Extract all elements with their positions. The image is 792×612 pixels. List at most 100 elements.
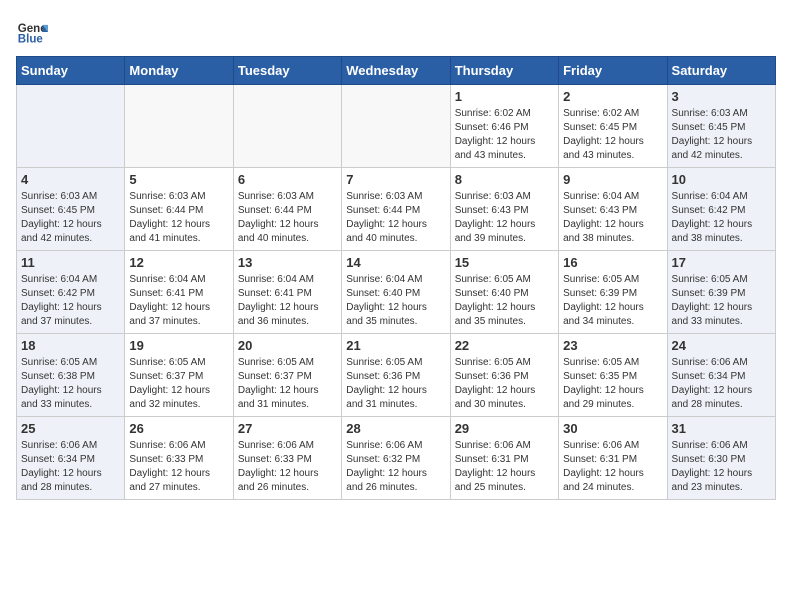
calendar-cell: 4 Sunrise: 6:03 AMSunset: 6:45 PMDaylight…	[17, 168, 125, 251]
day-number: 5	[129, 172, 228, 187]
day-info: Sunrise: 6:06 AMSunset: 6:31 PMDaylight:…	[455, 439, 554, 495]
day-number: 28	[346, 421, 445, 436]
calendar-cell: 21 Sunrise: 6:05 AMSunset: 6:36 PMDayligh…	[342, 334, 450, 417]
day-number: 27	[238, 421, 337, 436]
day-info: Sunrise: 6:05 AMSunset: 6:39 PMDaylight:…	[563, 273, 662, 329]
day-number: 22	[455, 338, 554, 353]
day-info: Sunrise: 6:02 AMSunset: 6:45 PMDaylight:…	[563, 107, 662, 163]
day-number: 31	[672, 421, 771, 436]
day-info: Sunrise: 6:06 AMSunset: 6:34 PMDaylight:…	[21, 439, 120, 495]
calendar-cell: 10 Sunrise: 6:04 AMSunset: 6:42 PMDayligh…	[667, 168, 775, 251]
calendar-cell: 27 Sunrise: 6:06 AMSunset: 6:33 PMDayligh…	[233, 417, 341, 500]
day-number: 19	[129, 338, 228, 353]
calendar-cell: 31 Sunrise: 6:06 AMSunset: 6:30 PMDayligh…	[667, 417, 775, 500]
logo-icon: General Blue	[16, 16, 48, 48]
day-info: Sunrise: 6:05 AMSunset: 6:37 PMDaylight:…	[129, 356, 228, 412]
day-info: Sunrise: 6:06 AMSunset: 6:30 PMDaylight:…	[672, 439, 771, 495]
day-number: 17	[672, 255, 771, 270]
day-info: Sunrise: 6:06 AMSunset: 6:33 PMDaylight:…	[129, 439, 228, 495]
day-number: 10	[672, 172, 771, 187]
calendar-cell: 2 Sunrise: 6:02 AMSunset: 6:45 PMDaylight…	[559, 85, 667, 168]
day-info: Sunrise: 6:05 AMSunset: 6:36 PMDaylight:…	[455, 356, 554, 412]
weekday-header-tuesday: Tuesday	[233, 57, 341, 85]
day-number: 16	[563, 255, 662, 270]
day-number: 1	[455, 89, 554, 104]
day-number: 4	[21, 172, 120, 187]
day-info: Sunrise: 6:05 AMSunset: 6:40 PMDaylight:…	[455, 273, 554, 329]
day-info: Sunrise: 6:06 AMSunset: 6:33 PMDaylight:…	[238, 439, 337, 495]
day-info: Sunrise: 6:03 AMSunset: 6:45 PMDaylight:…	[21, 190, 120, 246]
day-info: Sunrise: 6:03 AMSunset: 6:43 PMDaylight:…	[455, 190, 554, 246]
day-info: Sunrise: 6:06 AMSunset: 6:31 PMDaylight:…	[563, 439, 662, 495]
weekday-header-sunday: Sunday	[17, 57, 125, 85]
calendar-cell: 29 Sunrise: 6:06 AMSunset: 6:31 PMDayligh…	[450, 417, 558, 500]
calendar-cell	[125, 85, 233, 168]
day-number: 26	[129, 421, 228, 436]
calendar-cell: 25 Sunrise: 6:06 AMSunset: 6:34 PMDayligh…	[17, 417, 125, 500]
day-info: Sunrise: 6:05 AMSunset: 6:37 PMDaylight:…	[238, 356, 337, 412]
weekday-header-friday: Friday	[559, 57, 667, 85]
day-number: 2	[563, 89, 662, 104]
day-info: Sunrise: 6:06 AMSunset: 6:32 PMDaylight:…	[346, 439, 445, 495]
day-number: 9	[563, 172, 662, 187]
day-number: 11	[21, 255, 120, 270]
calendar-cell: 9 Sunrise: 6:04 AMSunset: 6:43 PMDaylight…	[559, 168, 667, 251]
calendar-cell: 23Sunrise: 6:05 AMSunset: 6:35 PMDayligh…	[559, 334, 667, 417]
day-number: 29	[455, 421, 554, 436]
day-number: 15	[455, 255, 554, 270]
day-number: 13	[238, 255, 337, 270]
weekday-header-wednesday: Wednesday	[342, 57, 450, 85]
day-number: 6	[238, 172, 337, 187]
day-number: 8	[455, 172, 554, 187]
day-info: Sunrise: 6:04 AMSunset: 6:42 PMDaylight:…	[672, 190, 771, 246]
calendar-cell: 8 Sunrise: 6:03 AMSunset: 6:43 PMDaylight…	[450, 168, 558, 251]
calendar-cell	[233, 85, 341, 168]
calendar-cell: 6 Sunrise: 6:03 AMSunset: 6:44 PMDaylight…	[233, 168, 341, 251]
day-number: 14	[346, 255, 445, 270]
day-info: Sunrise: 6:05 AMSunset: 6:38 PMDaylight:…	[21, 356, 120, 412]
calendar-cell: 15 Sunrise: 6:05 AMSunset: 6:40 PMDayligh…	[450, 251, 558, 334]
day-info: Sunrise: 6:03 AMSunset: 6:45 PMDaylight:…	[672, 107, 771, 163]
day-info: Sunrise: 6:02 AMSunset: 6:46 PMDaylight:…	[455, 107, 554, 163]
day-number: 23	[563, 338, 662, 353]
calendar-cell: 28 Sunrise: 6:06 AMSunset: 6:32 PMDayligh…	[342, 417, 450, 500]
calendar-cell	[17, 85, 125, 168]
calendar-cell: 3 Sunrise: 6:03 AMSunset: 6:45 PMDaylight…	[667, 85, 775, 168]
calendar-cell: 7 Sunrise: 6:03 AMSunset: 6:44 PMDaylight…	[342, 168, 450, 251]
calendar-cell: 14Sunrise: 6:04 AMSunset: 6:40 PMDayligh…	[342, 251, 450, 334]
day-number: 21	[346, 338, 445, 353]
calendar-cell: 11 Sunrise: 6:04 AMSunset: 6:42 PMDayligh…	[17, 251, 125, 334]
day-info: Sunrise: 6:05 AMSunset: 6:36 PMDaylight:…	[346, 356, 445, 412]
calendar-cell: 20 Sunrise: 6:05 AMSunset: 6:37 PMDayligh…	[233, 334, 341, 417]
day-info: Sunrise: 6:03 AMSunset: 6:44 PMDaylight:…	[129, 190, 228, 246]
calendar-cell: 30 Sunrise: 6:06 AMSunset: 6:31 PMDayligh…	[559, 417, 667, 500]
day-number: 25	[21, 421, 120, 436]
day-number: 20	[238, 338, 337, 353]
calendar-table: SundayMondayTuesdayWednesdayThursdayFrid…	[16, 56, 776, 500]
calendar-cell: 24 Sunrise: 6:06 AMSunset: 6:34 PMDayligh…	[667, 334, 775, 417]
weekday-header-saturday: Saturday	[667, 57, 775, 85]
day-info: Sunrise: 6:04 AMSunset: 6:41 PMDaylight:…	[129, 273, 228, 329]
calendar-cell: 26 Sunrise: 6:06 AMSunset: 6:33 PMDayligh…	[125, 417, 233, 500]
day-info: Sunrise: 6:04 AMSunset: 6:42 PMDaylight:…	[21, 273, 120, 329]
day-info: Sunrise: 6:03 AMSunset: 6:44 PMDaylight:…	[238, 190, 337, 246]
day-number: 3	[672, 89, 771, 104]
calendar-cell: 1 Sunrise: 6:02 AMSunset: 6:46 PMDaylight…	[450, 85, 558, 168]
day-number: 18	[21, 338, 120, 353]
day-number: 24	[672, 338, 771, 353]
day-number: 7	[346, 172, 445, 187]
calendar-cell: 13Sunrise: 6:04 AMSunset: 6:41 PMDayligh…	[233, 251, 341, 334]
header: General Blue	[16, 16, 776, 48]
calendar-cell: 5 Sunrise: 6:03 AMSunset: 6:44 PMDaylight…	[125, 168, 233, 251]
weekday-header-thursday: Thursday	[450, 57, 558, 85]
calendar-cell: 12Sunrise: 6:04 AMSunset: 6:41 PMDayligh…	[125, 251, 233, 334]
calendar-cell: 16 Sunrise: 6:05 AMSunset: 6:39 PMDayligh…	[559, 251, 667, 334]
calendar-cell: 22 Sunrise: 6:05 AMSunset: 6:36 PMDayligh…	[450, 334, 558, 417]
day-info: Sunrise: 6:04 AMSunset: 6:43 PMDaylight:…	[563, 190, 662, 246]
day-info: Sunrise: 6:05 AMSunset: 6:39 PMDaylight:…	[672, 273, 771, 329]
day-info: Sunrise: 6:03 AMSunset: 6:44 PMDaylight:…	[346, 190, 445, 246]
weekday-header-monday: Monday	[125, 57, 233, 85]
calendar-cell	[342, 85, 450, 168]
day-info: Sunrise: 6:06 AMSunset: 6:34 PMDaylight:…	[672, 356, 771, 412]
day-number: 30	[563, 421, 662, 436]
